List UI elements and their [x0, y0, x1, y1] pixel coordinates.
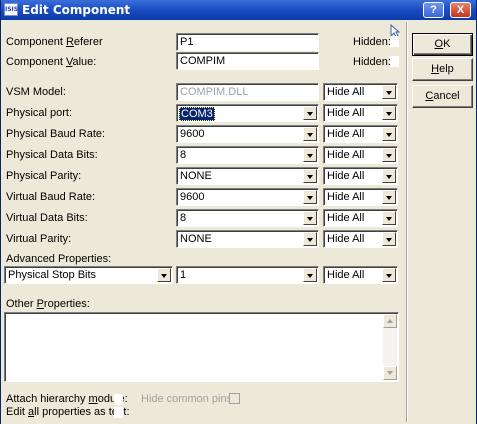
vsm-model-input[interactable]: COMPIM.DLL [176, 83, 319, 101]
scroll-down-arrow-icon[interactable] [383, 366, 397, 380]
physical-baud-rate-label: Physical Baud Rate: [6, 128, 106, 140]
physical-data-bits-hide-select[interactable]: Hide All [323, 146, 398, 164]
chevron-down-icon[interactable] [382, 106, 396, 120]
vsm-model-hide-select[interactable]: Hide All [323, 83, 398, 101]
chevron-down-icon[interactable] [157, 268, 171, 282]
value-hidden-checkbox[interactable] [390, 56, 399, 67]
close-button[interactable]: X [450, 2, 471, 18]
component-referer-label: Component Referer [6, 36, 103, 48]
chevron-down-icon[interactable] [303, 232, 317, 246]
virtual-baud-rate-hide-select[interactable]: Hide All [323, 188, 398, 206]
physical-port-hide-select[interactable]: Hide All [323, 104, 398, 122]
attach-hierarchy-module-label: Attach hierarchy module: [6, 393, 128, 405]
window-title: Edit Component [22, 3, 131, 17]
virtual-baud-rate-select[interactable]: 9600 [176, 188, 319, 206]
chevron-down-icon[interactable] [303, 211, 317, 225]
chevron-down-icon[interactable] [382, 127, 396, 141]
hide-common-pins-label: Hide common pins: [141, 393, 236, 405]
other-properties-label: Other Properties: [6, 298, 90, 310]
vsm-model-label: VSM Model: [6, 86, 66, 98]
chevron-down-icon[interactable] [382, 169, 396, 183]
chevron-down-icon[interactable] [303, 148, 317, 162]
title-bar[interactable]: ISIS Edit Component ? X [1, 0, 476, 20]
chevron-down-icon[interactable] [303, 127, 317, 141]
title-help-button[interactable]: ? [423, 2, 444, 18]
other-properties-textarea[interactable] [4, 312, 399, 382]
chevron-down-icon[interactable] [382, 268, 396, 282]
component-value-input[interactable]: COMPIM [176, 52, 319, 70]
virtual-parity-hide-select[interactable]: Hide All [323, 230, 398, 248]
virtual-data-bits-select[interactable]: 8 [176, 209, 319, 227]
referer-hidden-checkbox[interactable] [390, 36, 399, 47]
chevron-down-icon[interactable] [303, 268, 317, 282]
chevron-down-icon[interactable] [382, 148, 396, 162]
ok-button[interactable]: OK [412, 33, 473, 56]
advanced-properties-label: Advanced Properties: [6, 253, 112, 265]
physical-port-label: Physical port: [6, 107, 73, 119]
edit-all-properties-checkbox[interactable] [114, 407, 123, 418]
virtual-parity-select[interactable]: NONE [176, 230, 319, 248]
chevron-down-icon[interactable] [382, 85, 396, 99]
edit-component-dialog: ISIS Edit Component ? X Component Refere… [0, 0, 477, 424]
component-value-label: Component Value: [6, 56, 97, 68]
advanced-hide-select[interactable]: Hide All [323, 266, 398, 284]
app-icon: ISIS [4, 3, 18, 16]
scroll-up-arrow-icon[interactable] [383, 314, 397, 328]
chevron-down-icon[interactable] [303, 169, 317, 183]
virtual-parity-label: Virtual Parity: [6, 233, 72, 245]
chevron-down-icon[interactable] [382, 211, 396, 225]
advanced-property-select[interactable]: Physical Stop Bits [4, 266, 173, 284]
physical-data-bits-label: Physical Data Bits: [6, 149, 98, 161]
virtual-baud-rate-label: Virtual Baud Rate: [6, 191, 96, 203]
chevron-down-icon[interactable] [382, 190, 396, 204]
vertical-separator [406, 22, 408, 422]
virtual-data-bits-label: Virtual Data Bits: [6, 212, 88, 224]
chevron-down-icon[interactable] [382, 232, 396, 246]
cancel-button[interactable]: Cancel [412, 85, 473, 108]
component-referer-input[interactable]: P1 [176, 33, 319, 51]
physical-parity-label: Physical Parity: [6, 170, 82, 182]
physical-port-select[interactable]: COM3 [176, 104, 319, 122]
value-hidden-label: Hidden: [353, 56, 391, 68]
attach-hierarchy-module-checkbox[interactable] [114, 394, 123, 405]
physical-parity-hide-select[interactable]: Hide All [323, 167, 398, 185]
help-button[interactable]: Help [412, 58, 473, 81]
edit-all-properties-label: Edit all properties as text: [6, 406, 130, 418]
physical-data-bits-select[interactable]: 8 [176, 146, 319, 164]
virtual-data-bits-hide-select[interactable]: Hide All [323, 209, 398, 227]
chevron-down-icon[interactable] [303, 106, 317, 120]
hide-common-pins-checkbox[interactable] [229, 393, 240, 404]
referer-hidden-label: Hidden: [353, 36, 391, 48]
physical-baud-rate-hide-select[interactable]: Hide All [323, 125, 398, 143]
physical-parity-select[interactable]: NONE [176, 167, 319, 185]
other-properties-scrollbar[interactable] [383, 314, 397, 380]
chevron-down-icon[interactable] [303, 190, 317, 204]
physical-baud-rate-select[interactable]: 9600 [176, 125, 319, 143]
advanced-value-select[interactable]: 1 [176, 266, 319, 284]
